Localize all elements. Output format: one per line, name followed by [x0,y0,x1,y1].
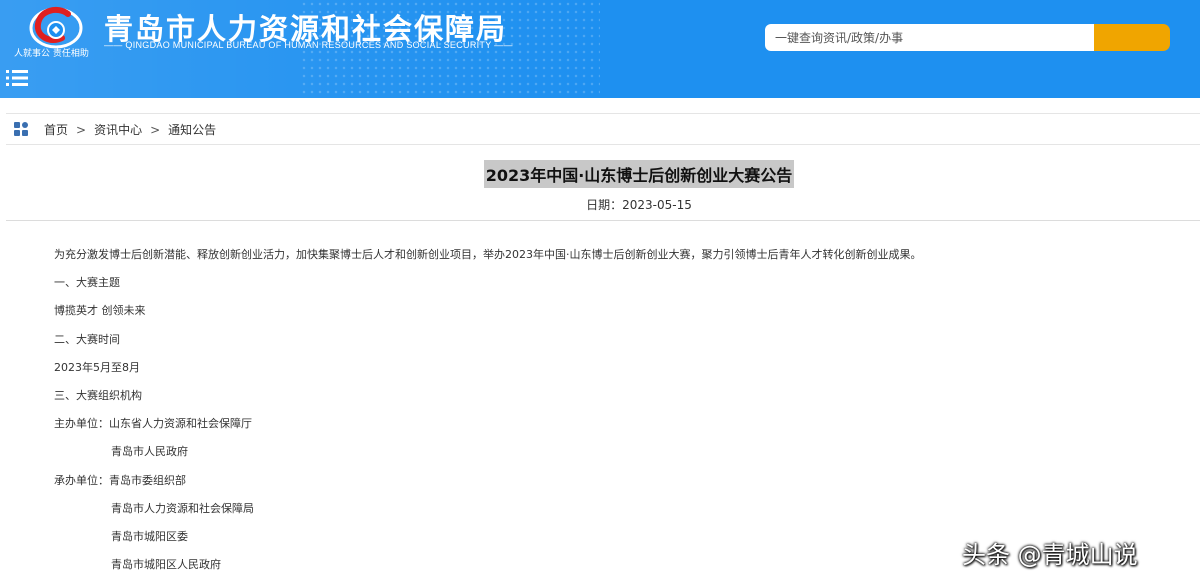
hamburger-menu-icon[interactable] [6,68,28,88]
article-header: 2023年中国·山东博士后创新创业大赛公告 [0,160,1200,188]
article-paragraph: 承办单位：青岛市委组织部 [54,473,186,487]
breadcrumb-news-center-link[interactable]: 资讯中心 [94,123,142,137]
search-button[interactable] [1094,24,1170,51]
breadcrumb-trail: 首页 > 资讯中心 > 通知公告 [44,121,216,138]
article-paragraph: 博揽英才 创领未来 [54,304,146,318]
article-paragraph: 青岛市人力资源和社会保障局 [111,501,254,515]
article-paragraph: 二、大赛时间 [54,332,120,346]
article-date: 日期：2023-05-15 [586,198,692,212]
grid-icon [14,122,28,136]
breadcrumb-separator: > [76,123,87,137]
article-paragraph: 为充分激发博士后创新潜能、释放创新创业活力，加快集聚博士后人才和创新创业项目，举… [54,248,922,261]
article-paragraph: 青岛市人民政府 [111,445,188,459]
logo-slogan: 人就事公 责任相助 [14,49,89,59]
site-header: 人就事公 责任相助 青岛市人力资源和社会保障局 —— QINGDAO MUNIC… [0,0,1200,98]
site-subtitle: —— QINGDAO MUNICIPAL BUREAU OF HUMAN RES… [104,40,513,50]
article-paragraph: 三、大赛组织机构 [54,388,142,402]
breadcrumb-notices-link[interactable]: 通知公告 [168,123,216,137]
watermark: 头条 @青城山说 [962,541,1138,569]
article-paragraph: 一、大赛主题 [54,276,120,290]
breadcrumb: 首页 > 资讯中心 > 通知公告 [6,113,1200,145]
article-body: 为充分激发博士后创新潜能、释放创新创业活力，加快集聚博士后人才和创新创业项目，举… [54,246,1184,584]
article-title: 2023年中国·山东博士后创新创业大赛公告 [483,160,795,188]
divider [6,220,1200,221]
breadcrumb-home-link[interactable]: 首页 [44,123,68,137]
article-paragraph: 主办单位：山东省人力资源和社会保障厅 [54,417,252,431]
search-input[interactable] [765,24,1095,51]
breadcrumb-separator: > [150,123,161,137]
article-paragraph: 2023年5月至8月 [54,360,140,374]
